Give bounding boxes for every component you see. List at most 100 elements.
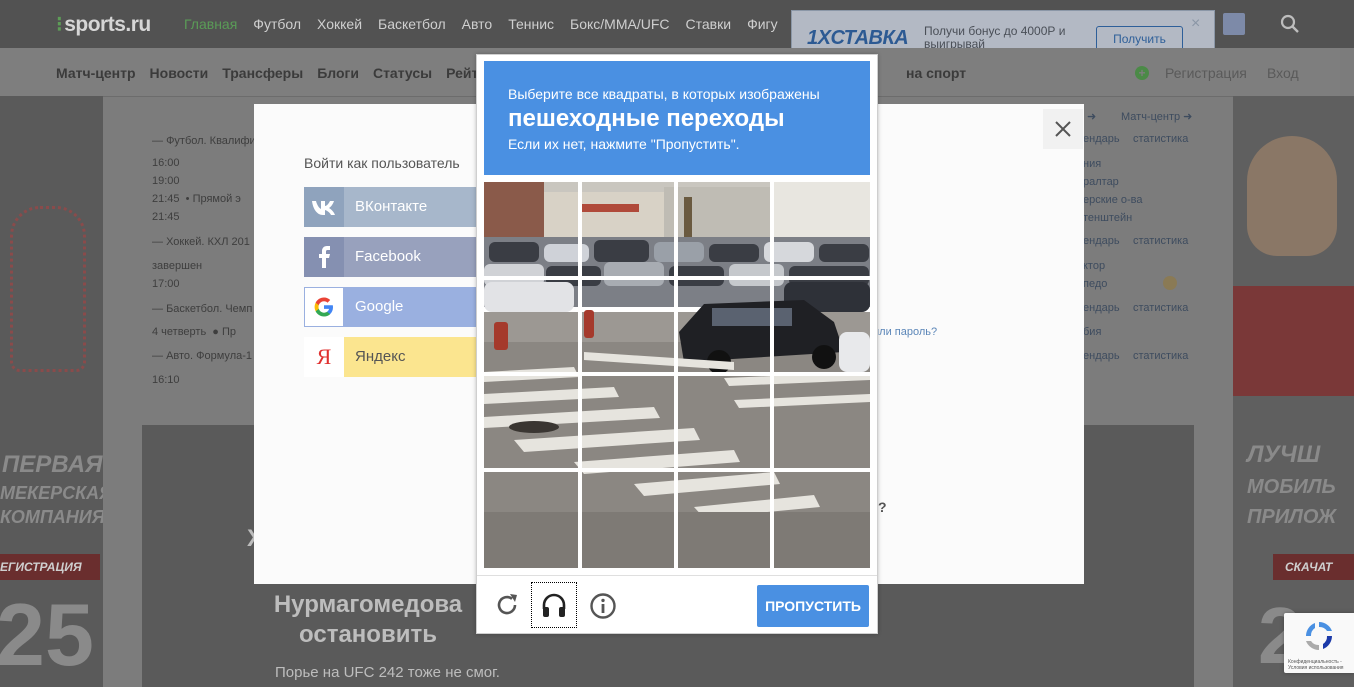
subnav-item-transfers[interactable]: Трансферы <box>222 65 303 81</box>
facebook-login-button[interactable]: Facebook <box>304 237 484 277</box>
statistics-link[interactable]: статистика <box>1133 302 1188 314</box>
statistics-link[interactable]: статистика <box>1133 133 1188 145</box>
statistics-link[interactable]: статистика <box>1133 235 1188 247</box>
match-row[interactable]: 21:45 <box>152 211 180 223</box>
match-row[interactable]: 19:00 <box>152 175 180 187</box>
captcha-tile[interactable] <box>677 375 770 468</box>
captcha-instruction: Выберите все квадраты, в которых изображ… <box>508 86 820 102</box>
calendar-link[interactable]: ендарь <box>1083 350 1120 362</box>
subnav-item-partial[interactable]: на спорт <box>906 65 966 81</box>
subnav-item-blogs[interactable]: Блоги <box>317 65 359 81</box>
team-name: ерские о-ва <box>1083 194 1143 206</box>
google-login-button[interactable]: Google <box>304 287 484 327</box>
match-center-link[interactable]: Матч-центр ➜ <box>1121 110 1192 123</box>
nav-item-hockey[interactable]: Хоккей <box>317 16 362 32</box>
search-icon[interactable] <box>1280 14 1300 39</box>
captcha-tile[interactable] <box>581 182 674 275</box>
match-row[interactable]: 4 четверть ● Пр <box>152 326 236 338</box>
left-banner-button[interactable]: ЕГИСТРАЦИЯ <box>0 554 100 580</box>
subnav-item-statuses[interactable]: Статусы <box>373 65 432 81</box>
captcha-image-grid <box>484 182 870 568</box>
calendar-link[interactable]: ендарь <box>1083 133 1120 145</box>
team-name: ния <box>1083 158 1102 170</box>
reload-button[interactable] <box>493 591 521 624</box>
left-banner-line: ПЕРВАЯ <box>2 451 103 478</box>
match-row[interactable]: 16:10 <box>152 374 180 386</box>
login-link[interactable]: Вход <box>1267 65 1299 81</box>
match-row[interactable]: 17:00 <box>152 278 180 290</box>
captcha-tile[interactable] <box>677 279 770 372</box>
right-banner-line: ПРИЛОЖ <box>1247 506 1337 528</box>
left-banner-line: КОМПАНИЯ <box>0 507 103 527</box>
captcha-tile[interactable] <box>774 375 867 468</box>
team-name: ралтар <box>1083 176 1119 188</box>
captcha-tile[interactable] <box>774 279 867 372</box>
captcha-tile[interactable] <box>581 472 674 565</box>
subnav-item-news[interactable]: Новости <box>150 65 209 81</box>
ad-close-icon[interactable]: × <box>1191 15 1200 33</box>
match-row[interactable]: — Хоккей. КХЛ 201 <box>152 236 250 248</box>
recaptcha-badge[interactable]: Конфиденциальность - Условия использован… <box>1284 613 1354 673</box>
match-row[interactable]: — Баскетбол. Чемп <box>152 303 252 315</box>
nav-item-basketball[interactable]: Баскетбол <box>378 16 446 32</box>
nav-item-home[interactable]: Главная <box>184 16 237 32</box>
match-row[interactable]: 21:45 • Прямой э <box>152 193 241 205</box>
captcha-divider <box>477 575 877 576</box>
statistics-link[interactable]: статистика <box>1133 350 1188 362</box>
vk-login-button[interactable]: ВКонтакте <box>304 187 484 227</box>
facebook-login-label: Facebook <box>355 248 421 265</box>
right-banner-line: МОБИЛЬ <box>1247 476 1336 498</box>
match-row[interactable]: — Футбол. Квалифи <box>152 135 256 147</box>
team-name: ктор <box>1083 260 1106 272</box>
register-link[interactable]: Регистрация <box>1165 65 1247 81</box>
site-logo[interactable]: ⁝sports.ru <box>56 12 151 37</box>
nav-item-bets[interactable]: Ставки <box>686 16 732 32</box>
captcha-tile[interactable] <box>677 182 770 275</box>
news-title[interactable]: Нурмагомедова остановить <box>261 590 475 650</box>
captcha-tile[interactable] <box>581 279 674 372</box>
nav-item-figure[interactable]: Фигу <box>747 16 778 32</box>
right-ad-banner[interactable]: ЛУЧШ МОБИЛЬ ПРИЛОЖ СКАЧАТ 2 <box>1233 96 1354 687</box>
play-icon[interactable] <box>1163 276 1177 290</box>
recaptcha-badge-text: Конфиденциальность - Условия использован… <box>1288 659 1344 671</box>
calendar-link[interactable]: ендарь <box>1083 302 1120 314</box>
nav-item-auto[interactable]: Авто <box>462 16 493 32</box>
calendar-link[interactable]: ендарь <box>1083 235 1120 247</box>
match-row[interactable]: 16:00 <box>152 157 180 169</box>
facebook-icon <box>304 237 344 277</box>
captcha-tile[interactable] <box>774 182 867 275</box>
audio-challenge-button[interactable] <box>531 582 577 628</box>
signup-question: ? <box>878 499 887 515</box>
plus-icon[interactable]: + <box>1135 66 1149 80</box>
trophy-graphic <box>10 206 86 372</box>
match-row[interactable]: — Авто. Формула-1 <box>152 350 252 362</box>
subnav-item-match-center[interactable]: Матч-центр <box>56 65 136 81</box>
captcha-tile[interactable] <box>484 472 577 565</box>
reload-icon <box>497 594 517 615</box>
forgot-password-link[interactable]: или пароль? <box>873 326 937 338</box>
close-modal-button[interactable] <box>1043 109 1083 149</box>
close-icon <box>1055 121 1071 137</box>
help-button[interactable] <box>589 592 617 625</box>
arrow-icon[interactable]: ➜ <box>1087 110 1096 123</box>
captcha-header: Выберите все квадраты, в которых изображ… <box>484 61 870 175</box>
captcha-tile[interactable] <box>484 375 577 468</box>
right-banner-button[interactable]: СКАЧАТ <box>1273 554 1354 580</box>
player-photo <box>1247 136 1337 256</box>
captcha-tile[interactable] <box>677 472 770 565</box>
captcha-tile[interactable] <box>581 375 674 468</box>
nav-item-tennis[interactable]: Теннис <box>508 16 554 32</box>
captcha-tile[interactable] <box>484 182 577 275</box>
match-row[interactable]: завершен <box>152 260 202 272</box>
news-subtitle: Порье на UFC 242 тоже не смог. <box>275 664 500 681</box>
yandex-login-button[interactable]: Я Яндекс <box>304 337 484 377</box>
nav-item-football[interactable]: Футбол <box>253 16 301 32</box>
captcha-tile[interactable] <box>484 279 577 372</box>
left-banner-line: МЕКЕРСКАЯ <box>0 483 103 503</box>
nav-item-boxing[interactable]: Бокс/ММА/UFC <box>570 16 669 32</box>
skip-button[interactable]: ПРОПУСТИТЬ <box>757 585 869 627</box>
left-ad-banner[interactable]: ПЕРВАЯ МЕКЕРСКАЯ КОМПАНИЯ ЕГИСТРАЦИЯ 25 <box>0 96 103 687</box>
captcha-tile[interactable] <box>774 472 867 565</box>
yandex-icon: Я <box>304 337 344 377</box>
gift-icon[interactable] <box>1223 13 1245 35</box>
